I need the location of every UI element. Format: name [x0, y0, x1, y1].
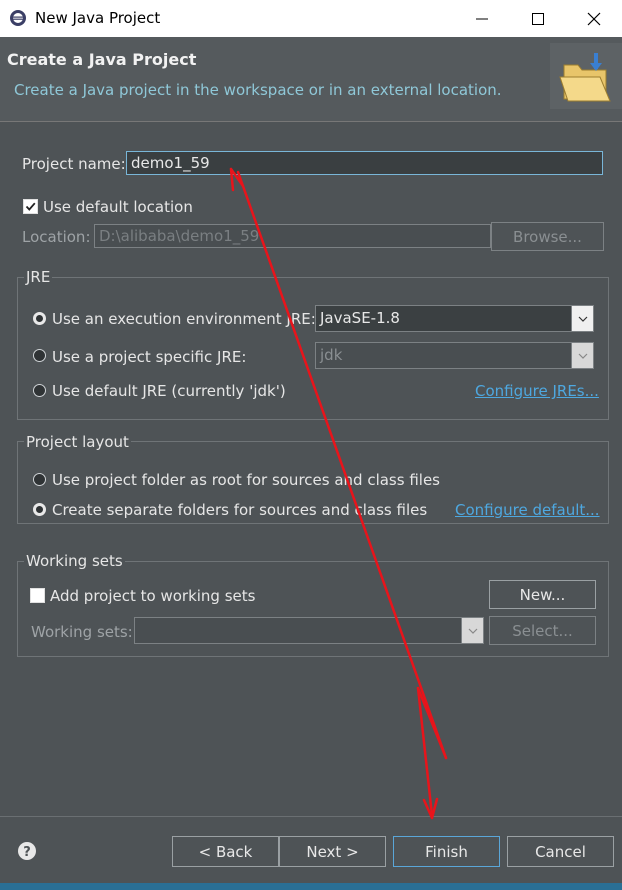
next-button[interactable]: Next >	[279, 836, 386, 867]
project-name-value: demo1_59	[131, 154, 210, 172]
minimize-button[interactable]	[454, 0, 510, 37]
default-jre-label: Use default JRE (currently 'jdk')	[52, 382, 286, 400]
working-sets-group-title: Working sets	[24, 552, 125, 570]
window-titlebar: New Java Project	[0, 0, 622, 37]
project-specific-label: Use a project specific JRE:	[52, 348, 247, 366]
radio-project-specific[interactable]	[33, 349, 46, 362]
use-default-location-checkbox[interactable]	[23, 199, 38, 214]
close-button[interactable]	[566, 0, 622, 37]
chevron-down-icon	[571, 306, 593, 331]
help-icon[interactable]: ?	[17, 841, 37, 861]
finish-button[interactable]: Finish	[393, 836, 500, 867]
configure-default-link[interactable]: Configure default...	[455, 501, 600, 519]
wizard-title: Create a Java Project	[7, 50, 197, 69]
radio-layout-separate[interactable]	[33, 503, 46, 516]
wizard-description: Create a Java project in the workspace o…	[14, 81, 502, 99]
add-to-working-sets-label: Add project to working sets	[50, 587, 256, 605]
location-value: D:\alibaba\demo1_59	[99, 227, 260, 245]
eclipse-app-icon	[10, 10, 26, 26]
minimize-icon	[476, 18, 488, 19]
footer-divider	[0, 816, 622, 817]
wizard-header: Create a Java Project Create a Java proj…	[0, 37, 622, 122]
annotation-connector	[416, 686, 448, 760]
new-java-project-folder-icon	[550, 43, 622, 109]
window-title: New Java Project	[35, 9, 161, 27]
radio-exec-env[interactable]	[33, 312, 46, 325]
use-default-location-label: Use default location	[43, 198, 193, 216]
chevron-down-icon	[571, 343, 593, 368]
layout-root-label: Use project folder as root for sources a…	[52, 471, 440, 489]
exec-env-label: Use an execution environment JRE:	[52, 310, 316, 328]
maximize-button[interactable]	[510, 0, 566, 37]
location-label: Location:	[22, 228, 91, 246]
exec-env-value: JavaSE-1.8	[320, 309, 400, 327]
new-working-set-button[interactable]: New...	[489, 580, 596, 609]
select-working-sets-button[interactable]: Select...	[489, 616, 596, 645]
project-specific-select[interactable]: jdk	[315, 342, 594, 369]
working-sets-select[interactable]	[134, 617, 484, 644]
window-bottom-edge	[0, 883, 622, 890]
exec-env-select[interactable]: JavaSE-1.8	[315, 305, 594, 332]
project-name-input[interactable]: demo1_59	[126, 151, 603, 175]
project-layout-group-title: Project layout	[24, 433, 131, 451]
radio-layout-root[interactable]	[33, 473, 46, 486]
add-to-working-sets-checkbox[interactable]	[30, 588, 45, 603]
project-name-label: Project name:	[22, 155, 126, 173]
radio-default-jre[interactable]	[33, 384, 46, 397]
chevron-down-icon	[461, 618, 483, 643]
checkmark-icon	[25, 202, 36, 211]
working-sets-label: Working sets:	[31, 623, 133, 641]
project-specific-value: jdk	[320, 346, 343, 364]
jre-group-title: JRE	[24, 268, 53, 286]
annotation-arrow-down	[416, 686, 439, 820]
browse-button[interactable]: Browse...	[491, 222, 604, 251]
maximize-icon	[532, 12, 544, 25]
back-button[interactable]: < Back	[172, 836, 279, 867]
svg-text:?: ?	[23, 845, 31, 860]
cancel-button[interactable]: Cancel	[507, 836, 614, 867]
close-icon	[587, 12, 601, 25]
layout-separate-label: Create separate folders for sources and …	[52, 501, 428, 519]
configure-jres-link[interactable]: Configure JREs...	[475, 382, 599, 400]
location-input[interactable]: D:\alibaba\demo1_59	[94, 224, 491, 248]
